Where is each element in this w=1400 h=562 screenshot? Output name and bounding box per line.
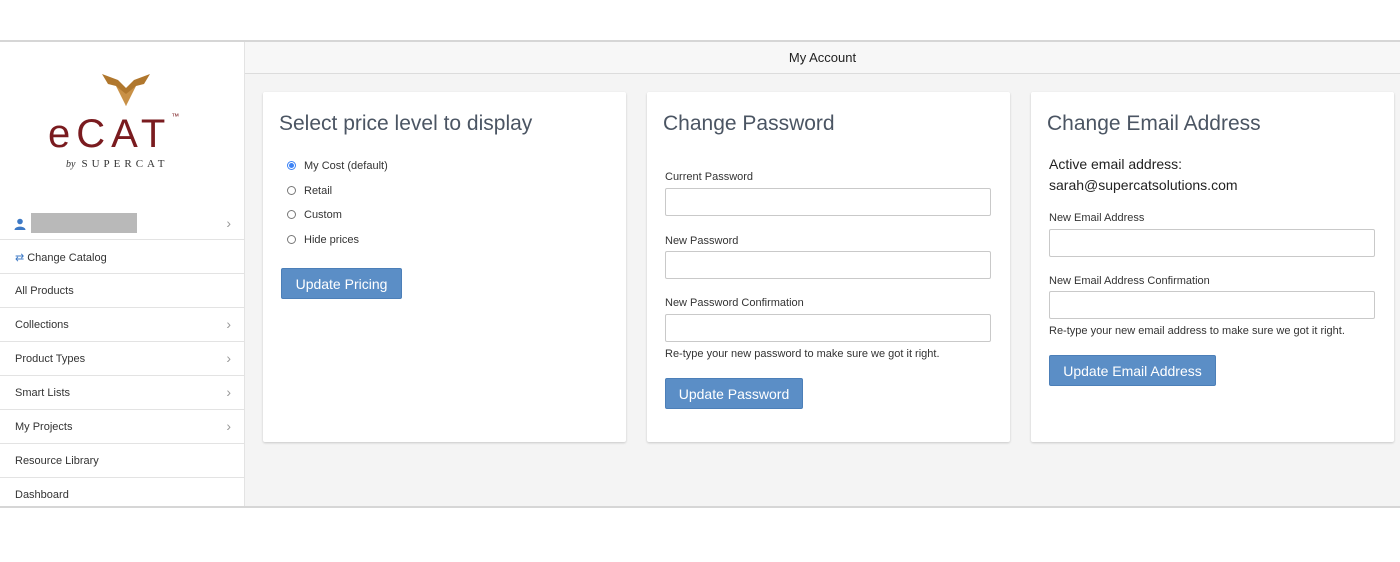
user-account-item[interactable]: › [0, 208, 245, 240]
sidebar-item-smart-lists[interactable]: Smart Lists › [0, 376, 245, 410]
active-email-value: sarah@supercatsolutions.com [1049, 177, 1238, 193]
radio-option-my-cost[interactable]: My Cost (default) [287, 160, 388, 172]
wings-icon [102, 74, 150, 106]
logo-trademark: ™ [171, 112, 180, 121]
sidebar-item-label: Product Types [15, 353, 86, 365]
update-pricing-button[interactable]: Update Pricing [281, 268, 402, 299]
page-title: My Account [788, 50, 857, 65]
radio-icon[interactable] [287, 186, 296, 195]
change-password-title: Change Password [663, 112, 835, 135]
logo-wordmark: eCAT™ [48, 112, 179, 157]
email-hint: Re-type your new email address to make s… [1049, 325, 1345, 337]
page-header: My Account [245, 42, 1400, 74]
app-window: eCAT™ by SUPERCAT › ⇄ Change Catalog All P… [0, 40, 1400, 508]
logo-by: by [66, 159, 76, 170]
active-email-label: Active email address: [1049, 156, 1183, 172]
radio-checked-icon[interactable] [287, 161, 296, 170]
radio-icon[interactable] [287, 210, 296, 219]
sidebar-item-my-projects[interactable]: My Projects › [0, 410, 245, 444]
sidebar-item-label: Dashboard [15, 489, 69, 501]
sidebar: eCAT™ by SUPERCAT › ⇄ Change Catalog All P… [0, 42, 245, 506]
radio-label: Retail [304, 185, 333, 197]
new-password-label: New Password [665, 235, 739, 247]
radio-label: Custom [304, 209, 342, 221]
radio-icon[interactable] [287, 235, 296, 244]
change-email-title: Change Email Address [1047, 112, 1261, 135]
sidebar-item-change-catalog[interactable]: ⇄ Change Catalog [0, 240, 245, 274]
sidebar-item-all-products[interactable]: All Products [0, 274, 245, 308]
update-email-button[interactable]: Update Email Address [1049, 355, 1216, 386]
radio-option-custom[interactable]: Custom [287, 209, 342, 221]
sidebar-item-dashboard[interactable]: Dashboard [0, 478, 245, 512]
current-password-label: Current Password [665, 171, 754, 183]
sidebar-item-product-types[interactable]: Product Types › [0, 342, 245, 376]
confirm-email-label: New Email Address Confirmation [1049, 275, 1210, 287]
password-hint: Re-type your new password to make sure w… [665, 348, 940, 360]
sidebar-item-label: Change Catalog [27, 252, 107, 264]
confirm-password-input[interactable] [665, 314, 991, 342]
sidebar-item-collections[interactable]: Collections › [0, 308, 245, 342]
user-icon [14, 218, 26, 230]
sidebar-item-label: My Projects [15, 421, 73, 433]
logo-company: SUPERCAT [81, 158, 169, 170]
chevron-right-icon: › [226, 349, 231, 366]
radio-option-hide-prices[interactable]: Hide prices [287, 234, 359, 246]
chevron-right-icon: › [226, 417, 231, 434]
chevron-right-icon: › [226, 214, 231, 231]
sidebar-nav: ⇄ Change Catalog All Products Collections… [0, 240, 245, 512]
radio-label: Hide prices [304, 234, 360, 246]
radio-option-retail[interactable]: Retail [287, 185, 332, 197]
swap-icon: ⇄ [15, 252, 25, 264]
new-password-input[interactable] [665, 251, 991, 279]
price-level-card: Select price level to display My Cost (d… [263, 92, 626, 442]
update-password-button[interactable]: Update Password [665, 378, 803, 409]
logo-byline: by SUPERCAT [66, 158, 168, 170]
new-email-input[interactable] [1049, 229, 1375, 257]
redacted-username [31, 213, 137, 233]
price-level-title: Select price level to display [279, 112, 533, 135]
current-password-input[interactable] [665, 188, 991, 216]
confirm-password-label: New Password Confirmation [665, 297, 804, 309]
confirm-email-input[interactable] [1049, 291, 1375, 319]
new-email-label: New Email Address [1049, 212, 1145, 224]
chevron-right-icon: › [226, 315, 231, 332]
change-password-card: Change Password Current Password New Pas… [647, 92, 1010, 442]
ecat-logo[interactable]: eCAT™ by SUPERCAT [0, 42, 245, 212]
sidebar-item-label: Resource Library [15, 455, 99, 467]
chevron-right-icon: › [226, 383, 231, 400]
logo-name: eCAT [48, 112, 172, 156]
sidebar-item-label: All Products [15, 285, 74, 297]
change-email-card: Change Email Address Active email addres… [1031, 92, 1394, 442]
sidebar-item-label: Smart Lists [15, 387, 71, 399]
radio-label: My Cost (default) [304, 160, 388, 172]
sidebar-item-resource-library[interactable]: Resource Library [0, 444, 245, 478]
sidebar-item-label: Collections [15, 319, 69, 331]
